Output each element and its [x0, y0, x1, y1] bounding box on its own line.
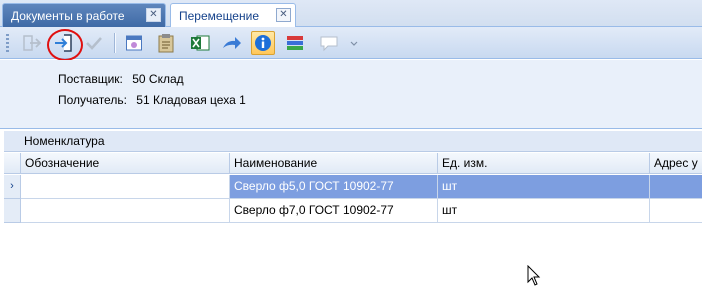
row-indicator-header [4, 153, 21, 174]
tab-strip: Документы в работе ✕ Перемещение ✕ [0, 0, 702, 28]
table-row[interactable]: › Сверло ф5,0 ГОСТ 10902-77 шт [0, 175, 702, 199]
calendar-window-icon [126, 35, 142, 51]
tab-transfer[interactable]: Перемещение ✕ [170, 3, 296, 28]
receiver-value: 51 Кладовая цеха 1 [136, 93, 246, 107]
receiver-line: Получатель: 51 Кладовая цеха 1 [58, 93, 246, 107]
cell-designation[interactable] [21, 199, 230, 223]
cell-name[interactable]: Сверло ф7,0 ГОСТ 10902-77 [230, 199, 438, 223]
cell-unit[interactable]: шт [438, 199, 650, 223]
confirm-button[interactable] [82, 31, 106, 55]
info-button[interactable] [251, 31, 275, 55]
clipboard-icon [158, 34, 174, 53]
toolbar-separator [114, 33, 115, 53]
tab-label: Документы в работе [11, 8, 125, 23]
checkmark-icon [86, 37, 102, 50]
column-header-designation[interactable]: Обозначение [21, 153, 230, 174]
receiver-label: Получатель: [58, 93, 127, 107]
mouse-cursor-icon [527, 265, 541, 286]
cell-unit[interactable]: шт [438, 175, 650, 199]
color-layers-icon [287, 36, 303, 50]
cell-designation[interactable] [21, 175, 230, 199]
arrow-out-icon [23, 35, 42, 51]
row-indicator[interactable]: › [4, 175, 21, 199]
comment-dropdown-button[interactable] [316, 31, 360, 55]
tab-label: Перемещение [179, 9, 259, 23]
tab-documents-in-work[interactable]: Документы в работе ✕ [2, 3, 166, 27]
document-info-panel: Поставщик: 50 Склад Получатель: 51 Кладо… [0, 60, 702, 128]
cell-address[interactable] [650, 175, 702, 199]
layers-button[interactable] [283, 31, 307, 55]
supplier-value: 50 Склад [132, 72, 184, 86]
table-row[interactable]: Сверло ф7,0 ГОСТ 10902-77 шт [0, 199, 702, 223]
excel-export-button[interactable] [188, 31, 212, 55]
items-grid: Номенклатура Обозначение Наименование Ед… [0, 128, 702, 303]
cell-name[interactable]: Сверло ф5,0 ГОСТ 10902-77 [230, 175, 438, 199]
close-icon[interactable]: ✕ [146, 8, 161, 22]
toolbar [0, 27, 702, 59]
comment-dropdown-icon [320, 36, 358, 52]
column-header-name[interactable]: Наименование [230, 153, 438, 174]
calendar-button[interactable] [122, 31, 146, 55]
row-indicator[interactable] [4, 199, 21, 223]
supplier-label: Поставщик: [58, 72, 123, 86]
toolbar-grip[interactable] [6, 34, 9, 52]
close-icon[interactable]: ✕ [276, 8, 291, 22]
supplier-line: Поставщик: 50 Склад [58, 72, 184, 86]
excel-icon [191, 35, 210, 51]
forward-arrow-icon [223, 37, 241, 49]
column-header-unit[interactable]: Ед. изм. [438, 153, 650, 174]
info-icon [255, 35, 271, 51]
cell-address[interactable] [650, 199, 702, 223]
column-header-address[interactable]: Адрес у [650, 153, 702, 174]
group-header-nomenclature: Номенклатура [4, 131, 702, 152]
annotation-circle [47, 29, 83, 61]
clipboard-button[interactable] [154, 31, 178, 55]
export-button[interactable] [20, 31, 44, 55]
forward-button[interactable] [220, 31, 244, 55]
